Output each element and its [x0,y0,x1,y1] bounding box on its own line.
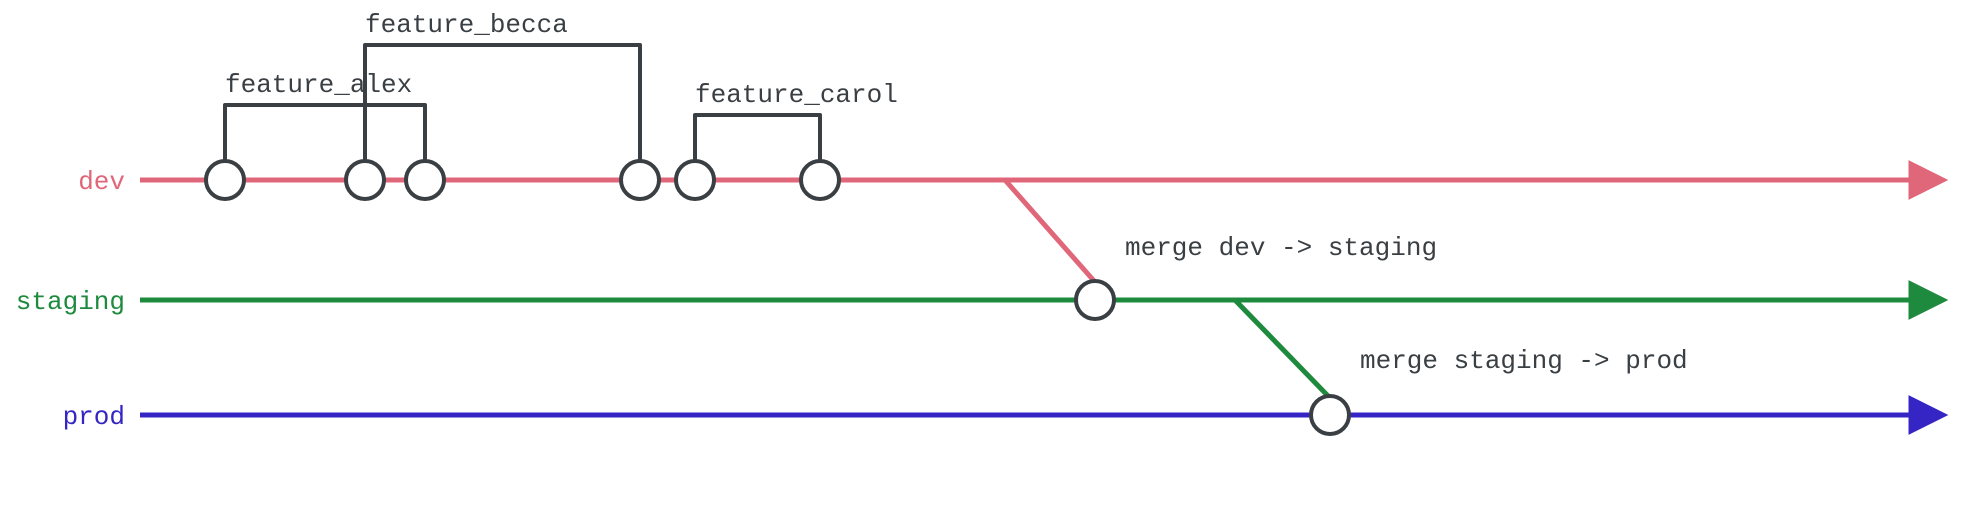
commit-node [346,161,384,199]
prod-branch-label: prod [63,402,125,432]
merge-dev-to-staging-label: merge dev -> staging [1125,233,1437,263]
commit-node [206,161,244,199]
commit-node [406,161,444,199]
git-branch-diagram: dev staging prod feature_alex feature_be… [0,0,1975,511]
merge-staging-to-prod-label: merge staging -> prod [1360,346,1688,376]
feature-carol-bracket: feature_carol [695,80,898,161]
merge-dev-to-staging-line [1005,180,1095,282]
merge-commit-node [1076,281,1114,319]
staging-branch-label: staging [16,287,125,317]
merge-staging-to-prod-line [1235,300,1330,398]
feature-carol-label: feature_carol [695,80,898,110]
dev-branch-label: dev [78,167,125,197]
commit-node [676,161,714,199]
merge-commit-node [1311,396,1349,434]
commit-node [621,161,659,199]
feature-alex-bracket: feature_alex [225,70,425,161]
commit-node [801,161,839,199]
feature-alex-label: feature_alex [225,70,412,100]
feature-becca-label: feature_becca [365,10,568,40]
